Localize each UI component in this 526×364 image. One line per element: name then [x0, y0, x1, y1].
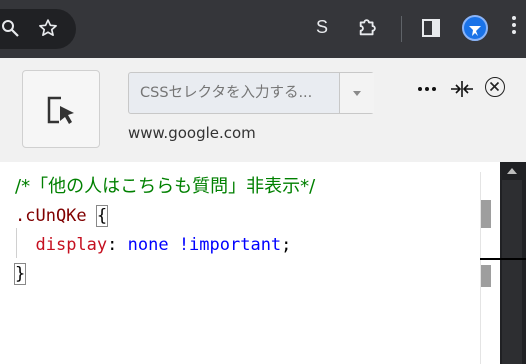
side-panel-icon[interactable]: [421, 18, 441, 42]
code-value: none !important: [127, 235, 282, 255]
code-close-brace: }: [13, 263, 27, 285]
scroll-up-icon[interactable]: [507, 168, 517, 174]
toolbar-divider: [401, 16, 402, 42]
element-picker-button[interactable]: [22, 70, 100, 148]
page-scroll-track[interactable]: [502, 180, 522, 364]
browser-toolbar: [0, 0, 526, 58]
extension-s-icon[interactable]: S: [316, 17, 328, 38]
puzzle-icon[interactable]: [357, 16, 379, 42]
star-icon[interactable]: [38, 18, 58, 42]
element-picker-icon: [47, 96, 74, 124]
close-circle-icon[interactable]: [485, 77, 505, 97]
editor-scroll-thumb[interactable]: [481, 200, 491, 228]
code-comment: /*「他の人はこちらも質問」非表示*/: [15, 176, 316, 197]
profile-avatar[interactable]: [462, 15, 488, 41]
code-open-brace: {: [95, 205, 109, 227]
resize-horizontal-icon[interactable]: [450, 80, 474, 98]
scroll-divider: [480, 258, 526, 260]
domain-label: www.google.com: [128, 124, 256, 142]
chevron-down-icon[interactable]: [339, 73, 374, 113]
code-semicolon: ;: [281, 235, 292, 255]
code-selector: .cUnQKe: [15, 206, 87, 226]
more-horizontal-icon[interactable]: [418, 84, 438, 94]
code-property: display: [35, 235, 108, 255]
editor-scroll-marker: [481, 265, 491, 287]
selector-combobox[interactable]: [128, 72, 374, 114]
code-colon: :: [107, 235, 118, 255]
code-content[interactable]: /*「他の人はこちらも質問」非表示*/ .cUnQKe { display: n…: [13, 172, 316, 289]
zoom-icon[interactable]: [2, 20, 20, 42]
selector-input[interactable]: [130, 74, 338, 112]
vertical-dots-icon[interactable]: [512, 16, 516, 37]
